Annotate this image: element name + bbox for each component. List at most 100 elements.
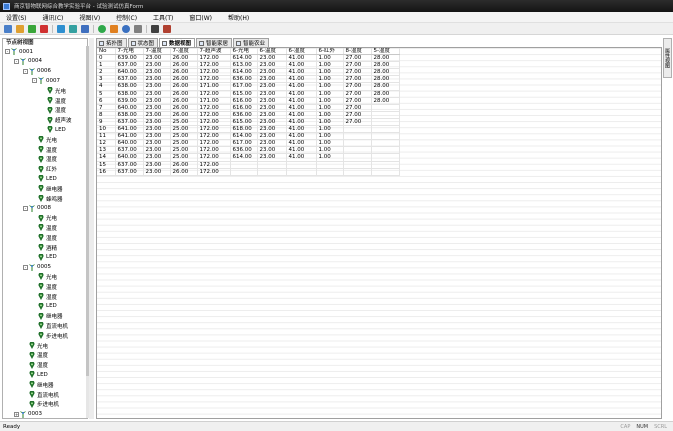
tree-sensor[interactable]: 继电器 — [32, 184, 63, 193]
download-icon[interactable] — [81, 24, 89, 33]
column-header[interactable]: No — [97, 48, 116, 56]
book-icon[interactable] — [163, 24, 171, 33]
expand-toggle[interactable]: + — [14, 411, 19, 417]
tree-sensor[interactable]: 温度 — [41, 96, 66, 105]
tree-sensor[interactable]: 光电 — [41, 86, 66, 95]
table-row[interactable]: 6 639.00 23.00 26.00 171.00 616.00 23.00 41.00 1… — [97, 97, 400, 105]
connect-icon[interactable] — [69, 24, 77, 33]
tree-sensor[interactable]: 温度 — [23, 351, 48, 360]
tree-sensor[interactable]: LED — [41, 125, 66, 134]
tree-sensor[interactable]: 温度 — [32, 282, 57, 291]
tree-sensor[interactable]: 步进电机 — [32, 331, 68, 340]
column-header[interactable]: 7-温度 — [143, 48, 171, 56]
menu-item[interactable]: 帮助(H) — [228, 13, 249, 22]
tree-sensor[interactable]: LED — [32, 253, 57, 262]
collapse-toggle[interactable]: - — [23, 68, 28, 74]
table-row[interactable]: 1 637.00 23.00 26.00 172.00 613.00 23.00 41.00 1… — [97, 61, 400, 70]
tree-sensor[interactable]: 光电 — [23, 341, 48, 350]
users-icon[interactable] — [122, 24, 130, 33]
column-header[interactable]: 7-湿度 — [170, 48, 198, 56]
tree-sensor[interactable]: 直流电机 — [32, 321, 68, 330]
table-row[interactable]: 13 637.00 23.00 25.00 172.00 636.00 23.00 41.00… — [97, 146, 400, 155]
tree-sensor[interactable]: 湿度 — [32, 233, 57, 242]
tree-node[interactable]: - 0007 — [32, 76, 60, 85]
table-row[interactable]: 10 641.00 23.00 25.00 172.00 618.00 23.00 41.00… — [97, 125, 400, 134]
table-row[interactable]: 14 640.00 23.00 25.00 172.00 614.00 23.00 41.00… — [97, 153, 400, 162]
tree-sensor[interactable]: 直流电机 — [23, 390, 59, 399]
tree-sensor[interactable]: 湿度 — [41, 106, 66, 115]
menu-item[interactable]: 控制(C) — [116, 13, 137, 22]
tree-node[interactable]: - 0001 — [5, 47, 33, 56]
menu-item[interactable]: 通讯(C) — [43, 13, 64, 22]
tree-node[interactable]: - 0005 — [23, 263, 51, 272]
column-header[interactable]: 5-湿度 — [371, 48, 400, 56]
play-icon[interactable] — [28, 24, 36, 33]
collapse-toggle[interactable]: - — [23, 264, 28, 270]
table-row[interactable]: 12 640.00 23.00 25.00 172.00 617.00 23.00 41.00… — [97, 139, 400, 148]
table-row[interactable]: 11 641.00 23.00 25.00 172.00 614.00 23.00 41.00… — [97, 132, 400, 141]
tab-2[interactable]: 数据视图 — [159, 38, 196, 47]
tree-sensor[interactable]: 红外 — [32, 164, 57, 174]
table-row[interactable]: 7 640.00 23.00 26.00 172.00 616.00 23.00 41.00 1… — [97, 104, 400, 112]
tree-node[interactable]: +0003 — [14, 410, 42, 418]
tab-0[interactable]: 拓扑图 — [96, 38, 127, 47]
table-row[interactable]: 3 637.00 23.00 26.00 172.00 636.00 23.00 41.00 1… — [97, 75, 400, 84]
table-row[interactable]: 15 637.00 23.00 26.00 172.00 — [97, 161, 400, 169]
tree-sensor[interactable]: LED — [23, 370, 48, 379]
table-row[interactable]: 5 638.00 23.00 26.00 172.00 615.00 23.00 41.00 1… — [97, 90, 400, 98]
menu-item[interactable]: 工具(T) — [153, 13, 173, 22]
table-row[interactable]: 2 640.00 23.00 26.00 172.00 614.00 23.00 41.00 1… — [97, 68, 400, 77]
column-header[interactable]: 6-光电 — [230, 48, 258, 56]
new-icon[interactable] — [4, 24, 12, 33]
tree-sensor[interactable]: LED — [32, 302, 57, 311]
tree-sensor[interactable]: 温度 — [32, 145, 57, 154]
tree-sensor[interactable]: 继电器 — [32, 311, 63, 321]
table-row[interactable]: 0 639.00 23.00 26.00 172.00 614.00 23.00 41.00 1… — [97, 54, 400, 63]
tree-sensor[interactable]: 步进电机 — [23, 400, 59, 409]
collapse-toggle[interactable]: - — [32, 78, 37, 84]
column-header[interactable]: 6-温度 — [257, 48, 287, 56]
collapse-toggle[interactable]: - — [14, 58, 19, 64]
stop-icon[interactable] — [40, 24, 48, 33]
gear-icon[interactable] — [134, 24, 142, 33]
tree-sensor[interactable]: 蜂鸣器 — [32, 194, 63, 203]
tree-sensor[interactable]: 光电 — [32, 213, 57, 223]
tree-sensor[interactable]: 继电器 — [23, 380, 54, 389]
table-row[interactable]: 8 638.00 23.00 26.00 172.00 636.00 23.00 41.00 1… — [97, 111, 400, 119]
tree-node[interactable]: - 0008 — [23, 204, 51, 213]
tab-3[interactable]: 智能家居 — [196, 38, 233, 47]
home-icon[interactable] — [110, 24, 118, 33]
menu-item[interactable]: 设置(S) — [6, 13, 27, 22]
tree-node[interactable]: - 0006 — [23, 67, 51, 76]
column-header[interactable]: 7-超声波 — [197, 48, 231, 56]
tree-sensor[interactable]: 光电 — [32, 135, 57, 144]
tree-sensor[interactable]: 温度 — [32, 223, 57, 232]
tree-sensor[interactable]: 湿度 — [23, 360, 48, 370]
menu-item[interactable]: 窗口(W) — [189, 13, 212, 22]
help-icon[interactable] — [98, 24, 106, 33]
monitor-icon[interactable] — [151, 24, 159, 33]
tree-sensor[interactable]: 湿度 — [32, 155, 57, 164]
table-row[interactable]: 9 637.00 23.00 25.00 172.00 615.00 23.00 41.00 1… — [97, 118, 400, 127]
tree-sensor[interactable]: 酒精 — [32, 243, 57, 252]
table-row[interactable]: 4 638.00 23.00 26.00 171.00 617.00 23.00 41.00 1… — [97, 82, 400, 91]
collapse-toggle[interactable]: - — [23, 205, 28, 211]
side-panel-tab[interactable]: 属性视图 — [663, 38, 672, 78]
tab-1[interactable]: 状态图 — [127, 38, 159, 47]
collapse-toggle[interactable]: - — [5, 49, 10, 54]
column-header[interactable]: 8-湿度 — [343, 48, 372, 56]
tab-4[interactable]: 智能农业 — [233, 38, 270, 47]
tree-sensor[interactable]: LED — [32, 174, 57, 183]
tree-sensor[interactable]: 超声波 — [41, 115, 72, 125]
edit-icon[interactable] — [16, 24, 24, 33]
tree-node[interactable]: - 0004 — [14, 57, 42, 66]
column-header[interactable]: 6-湿度 — [286, 48, 317, 56]
column-header[interactable]: 6-红外 — [316, 48, 344, 56]
column-header[interactable]: 7-光电 — [115, 48, 144, 56]
tree-sensor[interactable]: 光电 — [32, 272, 57, 281]
table-row[interactable]: 16 637.00 23.00 26.00 172.00 — [97, 168, 400, 176]
tree-sensor[interactable]: 湿度 — [32, 292, 57, 301]
network-icon[interactable] — [57, 24, 65, 33]
menu-item[interactable]: 视图(V) — [79, 13, 100, 22]
panel-splitter[interactable] — [89, 38, 94, 419]
